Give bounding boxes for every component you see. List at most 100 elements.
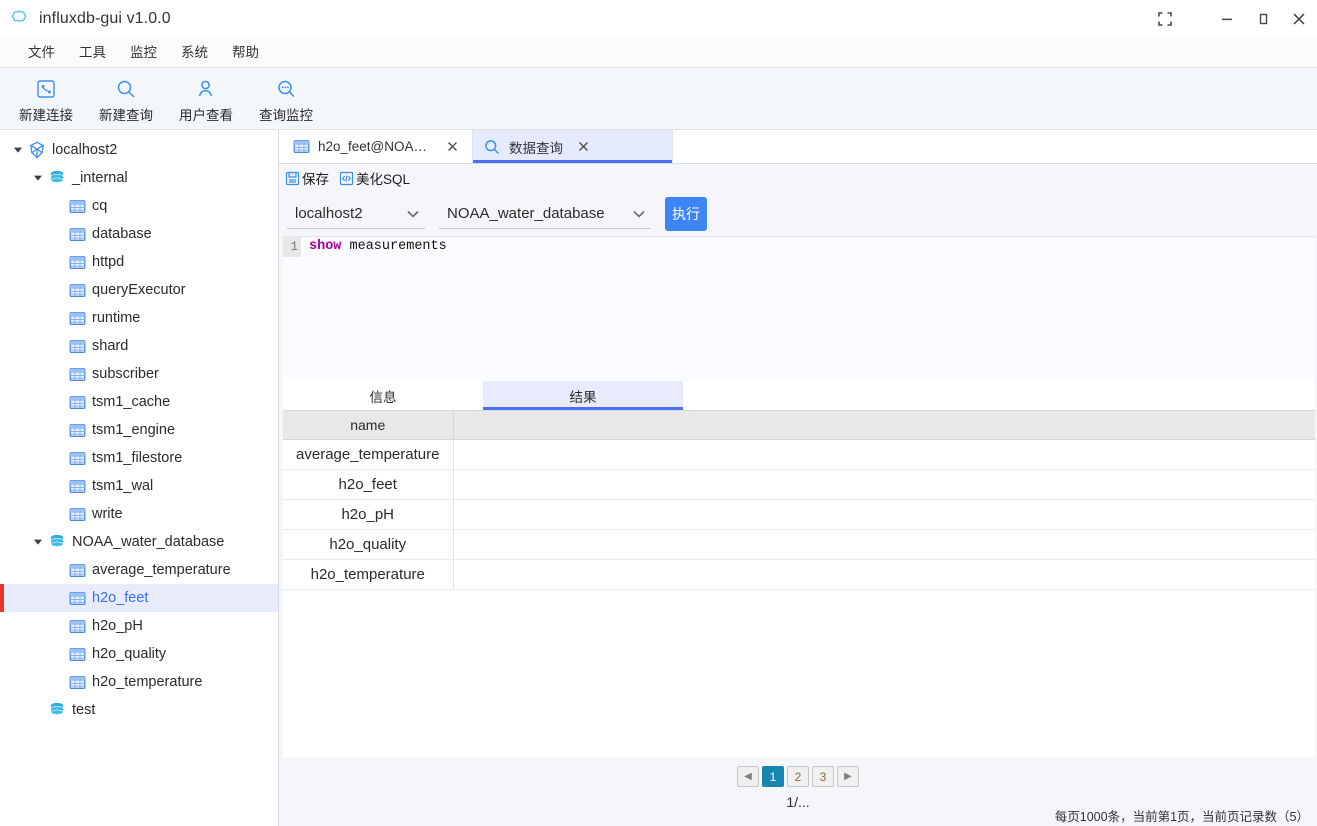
pagination-prev-button[interactable]: ◀	[737, 766, 759, 787]
result-tab-label: 结果	[569, 389, 597, 405]
format-sql-button[interactable]: 美化SQL	[339, 168, 410, 188]
pagination-next-button[interactable]: ▶	[837, 766, 859, 787]
pagination-buttons[interactable]: ◀ 1 2 3 ▶	[737, 766, 859, 787]
result-tab-strip[interactable]: 信息 结果	[283, 381, 1315, 411]
table-row[interactable]: h2o_temperature	[283, 559, 1315, 590]
tree-item-label: _internal	[72, 169, 128, 186]
tree-item-label: h2o_temperature	[92, 673, 203, 690]
result-tab-results[interactable]: 结果	[483, 381, 683, 410]
maximize-button[interactable]	[1245, 0, 1281, 38]
tree-item-h2o-temperature[interactable]: h2o_temperature	[0, 668, 278, 696]
sql-editor[interactable]: 1 show measurements	[283, 236, 1315, 381]
table-icon	[66, 618, 88, 635]
close-icon[interactable]	[446, 139, 460, 155]
database-value: NOAA_water_database	[447, 205, 605, 222]
table-cell: h2o_feet	[283, 469, 454, 500]
close-button[interactable]	[1281, 0, 1317, 38]
chevron-down-icon[interactable]	[30, 537, 46, 547]
tree-item-shard[interactable]: shard	[0, 332, 278, 360]
tab-data-query[interactable]: 数据查询	[473, 130, 673, 163]
result-tab-info[interactable]: 信息	[283, 381, 483, 410]
tree-item-subscriber[interactable]: subscriber	[0, 360, 278, 388]
cloud-icon	[8, 8, 30, 30]
title-bar: influxdb-gui v1.0.0	[0, 0, 1317, 38]
save-button[interactable]: 保存	[285, 168, 329, 188]
tree-item-h2o-ph[interactable]: h2o_pH	[0, 612, 278, 640]
tree-item-database[interactable]: database	[0, 220, 278, 248]
tab-table-view[interactable]: h2o_feet@NOAA_w...	[283, 130, 473, 163]
execute-button[interactable]: 执行	[665, 197, 707, 231]
table-cell-filler	[453, 529, 1315, 560]
result-tab-label: 信息	[369, 389, 397, 405]
table-header-filler	[453, 411, 1315, 440]
search-icon	[115, 77, 137, 101]
tree-item-noaa-water-database[interactable]: NOAA_water_database	[0, 528, 278, 556]
pagination-page-1[interactable]: 1	[762, 766, 784, 787]
tree-item-label: tsm1_filestore	[92, 449, 183, 466]
minimize-button[interactable]	[1209, 0, 1245, 38]
table-row[interactable]: h2o_quality	[283, 529, 1315, 560]
body: localhost2 _internalcq database httpd queryE…	[0, 130, 1317, 826]
window-controls	[1147, 0, 1317, 38]
table-icon	[293, 138, 310, 155]
new-connection-button[interactable]: 新建连接	[6, 74, 86, 124]
tree-item-tsm1-wal[interactable]: tsm1_wal	[0, 472, 278, 500]
menu-item-file[interactable]: 文件	[16, 42, 67, 64]
pagination-page-3[interactable]: 3	[812, 766, 834, 787]
code-format-icon	[339, 171, 354, 186]
table-row[interactable]: h2o_feet	[283, 469, 1315, 500]
menu-item-monitor[interactable]: 监控	[118, 42, 169, 64]
sidebar-tree[interactable]: localhost2 _internalcq database httpd queryE…	[0, 130, 279, 826]
query-selectors: localhost2 NOAA_water_database 执行	[279, 192, 1317, 236]
tree-item-h2o-quality[interactable]: h2o_quality	[0, 640, 278, 668]
user-view-label: 用户查看	[179, 108, 233, 123]
tree-item-localhost2[interactable]: localhost2	[0, 136, 278, 164]
tree-item-label: h2o_pH	[92, 617, 143, 634]
table-icon	[66, 646, 88, 663]
tree-item-runtime[interactable]: runtime	[0, 304, 278, 332]
table-row[interactable]: h2o_pH	[283, 499, 1315, 530]
tab-strip[interactable]: h2o_feet@NOAA_w... 数据查询	[279, 130, 1317, 164]
tree-item-cq[interactable]: cq	[0, 192, 278, 220]
menu-item-help[interactable]: 帮助	[220, 42, 271, 64]
tree-item-tsm1-filestore[interactable]: tsm1_filestore	[0, 444, 278, 472]
search-icon	[483, 138, 501, 156]
tree-item-httpd[interactable]: httpd	[0, 248, 278, 276]
tree-item-h2o-feet[interactable]: h2o_feet	[0, 584, 278, 612]
fullscreen-button[interactable]	[1147, 0, 1183, 38]
tree-item-queryexecutor[interactable]: queryExecutor	[0, 276, 278, 304]
table-header-cell[interactable]: name	[283, 411, 454, 440]
result-table-container[interactable]: name average_temperature h2o_feet h2o_pH h2…	[283, 411, 1315, 758]
tree-item-average-temperature[interactable]: average_temperature	[0, 556, 278, 584]
new-query-button[interactable]: 新建查询	[86, 74, 166, 124]
format-sql-label: 美化SQL	[356, 172, 411, 187]
tree-item-internal[interactable]: _internal	[0, 164, 278, 192]
database-select[interactable]: NOAA_water_database	[439, 199, 651, 229]
close-icon[interactable]	[575, 139, 591, 155]
table-row[interactable]: average_temperature	[283, 439, 1315, 470]
query-monitor-button[interactable]: 查询监控	[246, 74, 326, 124]
menu-item-system[interactable]: 系统	[169, 42, 220, 64]
pagination-page-2[interactable]: 2	[787, 766, 809, 787]
tree-item-test[interactable]: test	[0, 696, 278, 724]
server-icon	[26, 140, 48, 160]
table-cell-filler	[453, 439, 1315, 470]
menu-item-tools[interactable]: 工具	[67, 42, 118, 64]
chevron-down-icon[interactable]	[30, 173, 46, 183]
tree-item-label: localhost2	[52, 141, 118, 158]
connection-select[interactable]: localhost2	[287, 199, 425, 229]
tree-item-tsm1-engine[interactable]: tsm1_engine	[0, 416, 278, 444]
tree-item-tsm1-cache[interactable]: tsm1_cache	[0, 388, 278, 416]
tree-item-write[interactable]: write	[0, 500, 278, 528]
user-view-button[interactable]: 用户查看	[166, 74, 246, 124]
chevron-down-icon[interactable]	[10, 145, 26, 155]
monitor-icon	[275, 77, 297, 101]
table-cell: average_temperature	[283, 439, 454, 470]
code-content: show measurements	[301, 237, 447, 257]
tree-item-label: tsm1_cache	[92, 393, 171, 410]
